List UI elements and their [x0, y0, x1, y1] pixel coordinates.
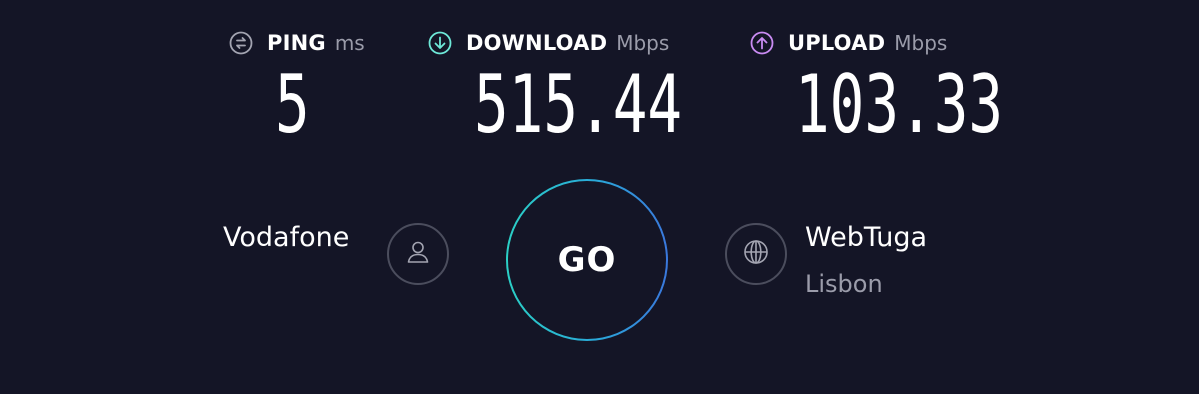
provider-name: Vodafone	[223, 222, 350, 253]
globe-icon	[741, 237, 771, 271]
upload-arrow-icon	[750, 31, 774, 55]
server-button[interactable]	[725, 223, 787, 285]
go-button[interactable]: GO	[506, 179, 668, 341]
ping-unit: ms	[334, 31, 365, 55]
user-icon	[403, 237, 433, 271]
ping-header: PING ms	[229, 27, 365, 59]
ping-label: PING	[267, 31, 326, 55]
go-button-label: GO	[557, 240, 617, 280]
ping-value: 5	[275, 58, 310, 151]
provider-button[interactable]	[387, 223, 449, 285]
upload-metric: UPLOAD Mbps 103.33	[750, 27, 1003, 147]
server-name: WebTuga	[805, 222, 928, 253]
download-unit: Mbps	[616, 31, 670, 55]
download-value: 515.44	[474, 58, 683, 151]
upload-unit: Mbps	[894, 31, 948, 55]
ping-metric: PING ms 5	[229, 27, 365, 147]
download-metric: DOWNLOAD Mbps 515.44	[428, 27, 682, 147]
ping-icon	[229, 31, 253, 55]
server-location[interactable]: Lisbon	[805, 270, 883, 298]
download-label: DOWNLOAD	[466, 31, 608, 55]
download-arrow-icon	[428, 31, 452, 55]
upload-value: 103.33	[795, 58, 1004, 151]
upload-label: UPLOAD	[788, 31, 886, 55]
download-header: DOWNLOAD Mbps	[428, 27, 669, 59]
upload-header: UPLOAD Mbps	[750, 27, 947, 59]
